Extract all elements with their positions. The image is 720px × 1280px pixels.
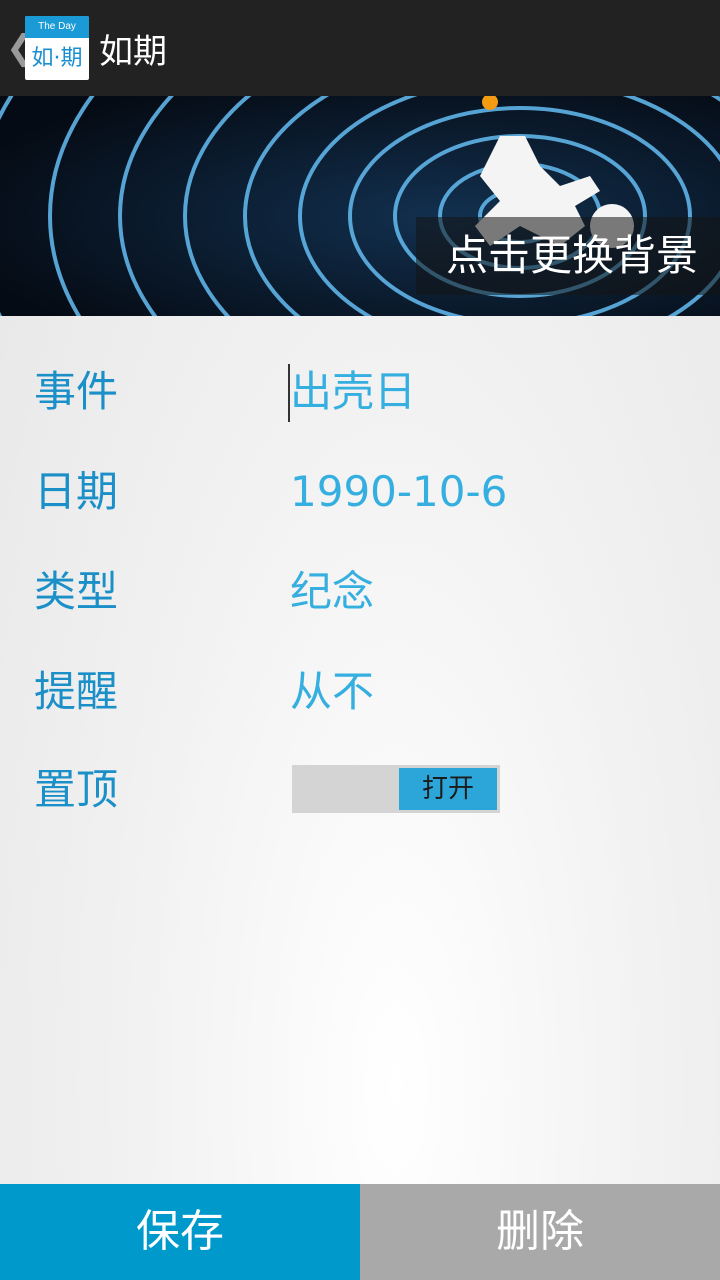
app-logo[interactable]: The Day 如·期 (25, 16, 89, 80)
event-input[interactable]: 出壳日 (290, 342, 416, 442)
reminder-label: 提醒 (34, 667, 119, 716)
date-value[interactable]: 1990-10-6 (290, 442, 507, 542)
date-row[interactable]: 日期 1990-10-6 (0, 442, 720, 542)
pin-row: 置顶 打开 (0, 740, 720, 840)
reminder-row[interactable]: 提醒 从不 (0, 642, 720, 742)
logo-text: 如·期 (31, 46, 83, 71)
logo-caption: The Day (25, 16, 89, 38)
event-label: 事件 (34, 367, 119, 416)
change-background-label[interactable]: 点击更换背景 (416, 217, 720, 295)
pin-label: 置顶 (34, 765, 119, 814)
event-row[interactable]: 事件 出壳日 (0, 342, 720, 442)
pin-toggle-thumb[interactable]: 打开 (399, 768, 497, 810)
delete-button[interactable]: 删除 (360, 1184, 720, 1280)
background-banner[interactable]: 点击更换背景 (0, 96, 720, 316)
type-value[interactable]: 纪念 (290, 542, 374, 642)
action-bar: ❮ The Day 如·期 如期 (0, 0, 720, 96)
date-label: 日期 (34, 467, 119, 516)
type-row[interactable]: 类型 纪念 (0, 542, 720, 642)
back-icon[interactable]: ❮ (6, 0, 35, 96)
pin-toggle[interactable]: 打开 (292, 765, 500, 813)
save-button[interactable]: 保存 (0, 1184, 360, 1280)
app-title: 如期 (99, 31, 167, 72)
reminder-value[interactable]: 从不 (290, 642, 374, 742)
type-label: 类型 (34, 567, 119, 616)
